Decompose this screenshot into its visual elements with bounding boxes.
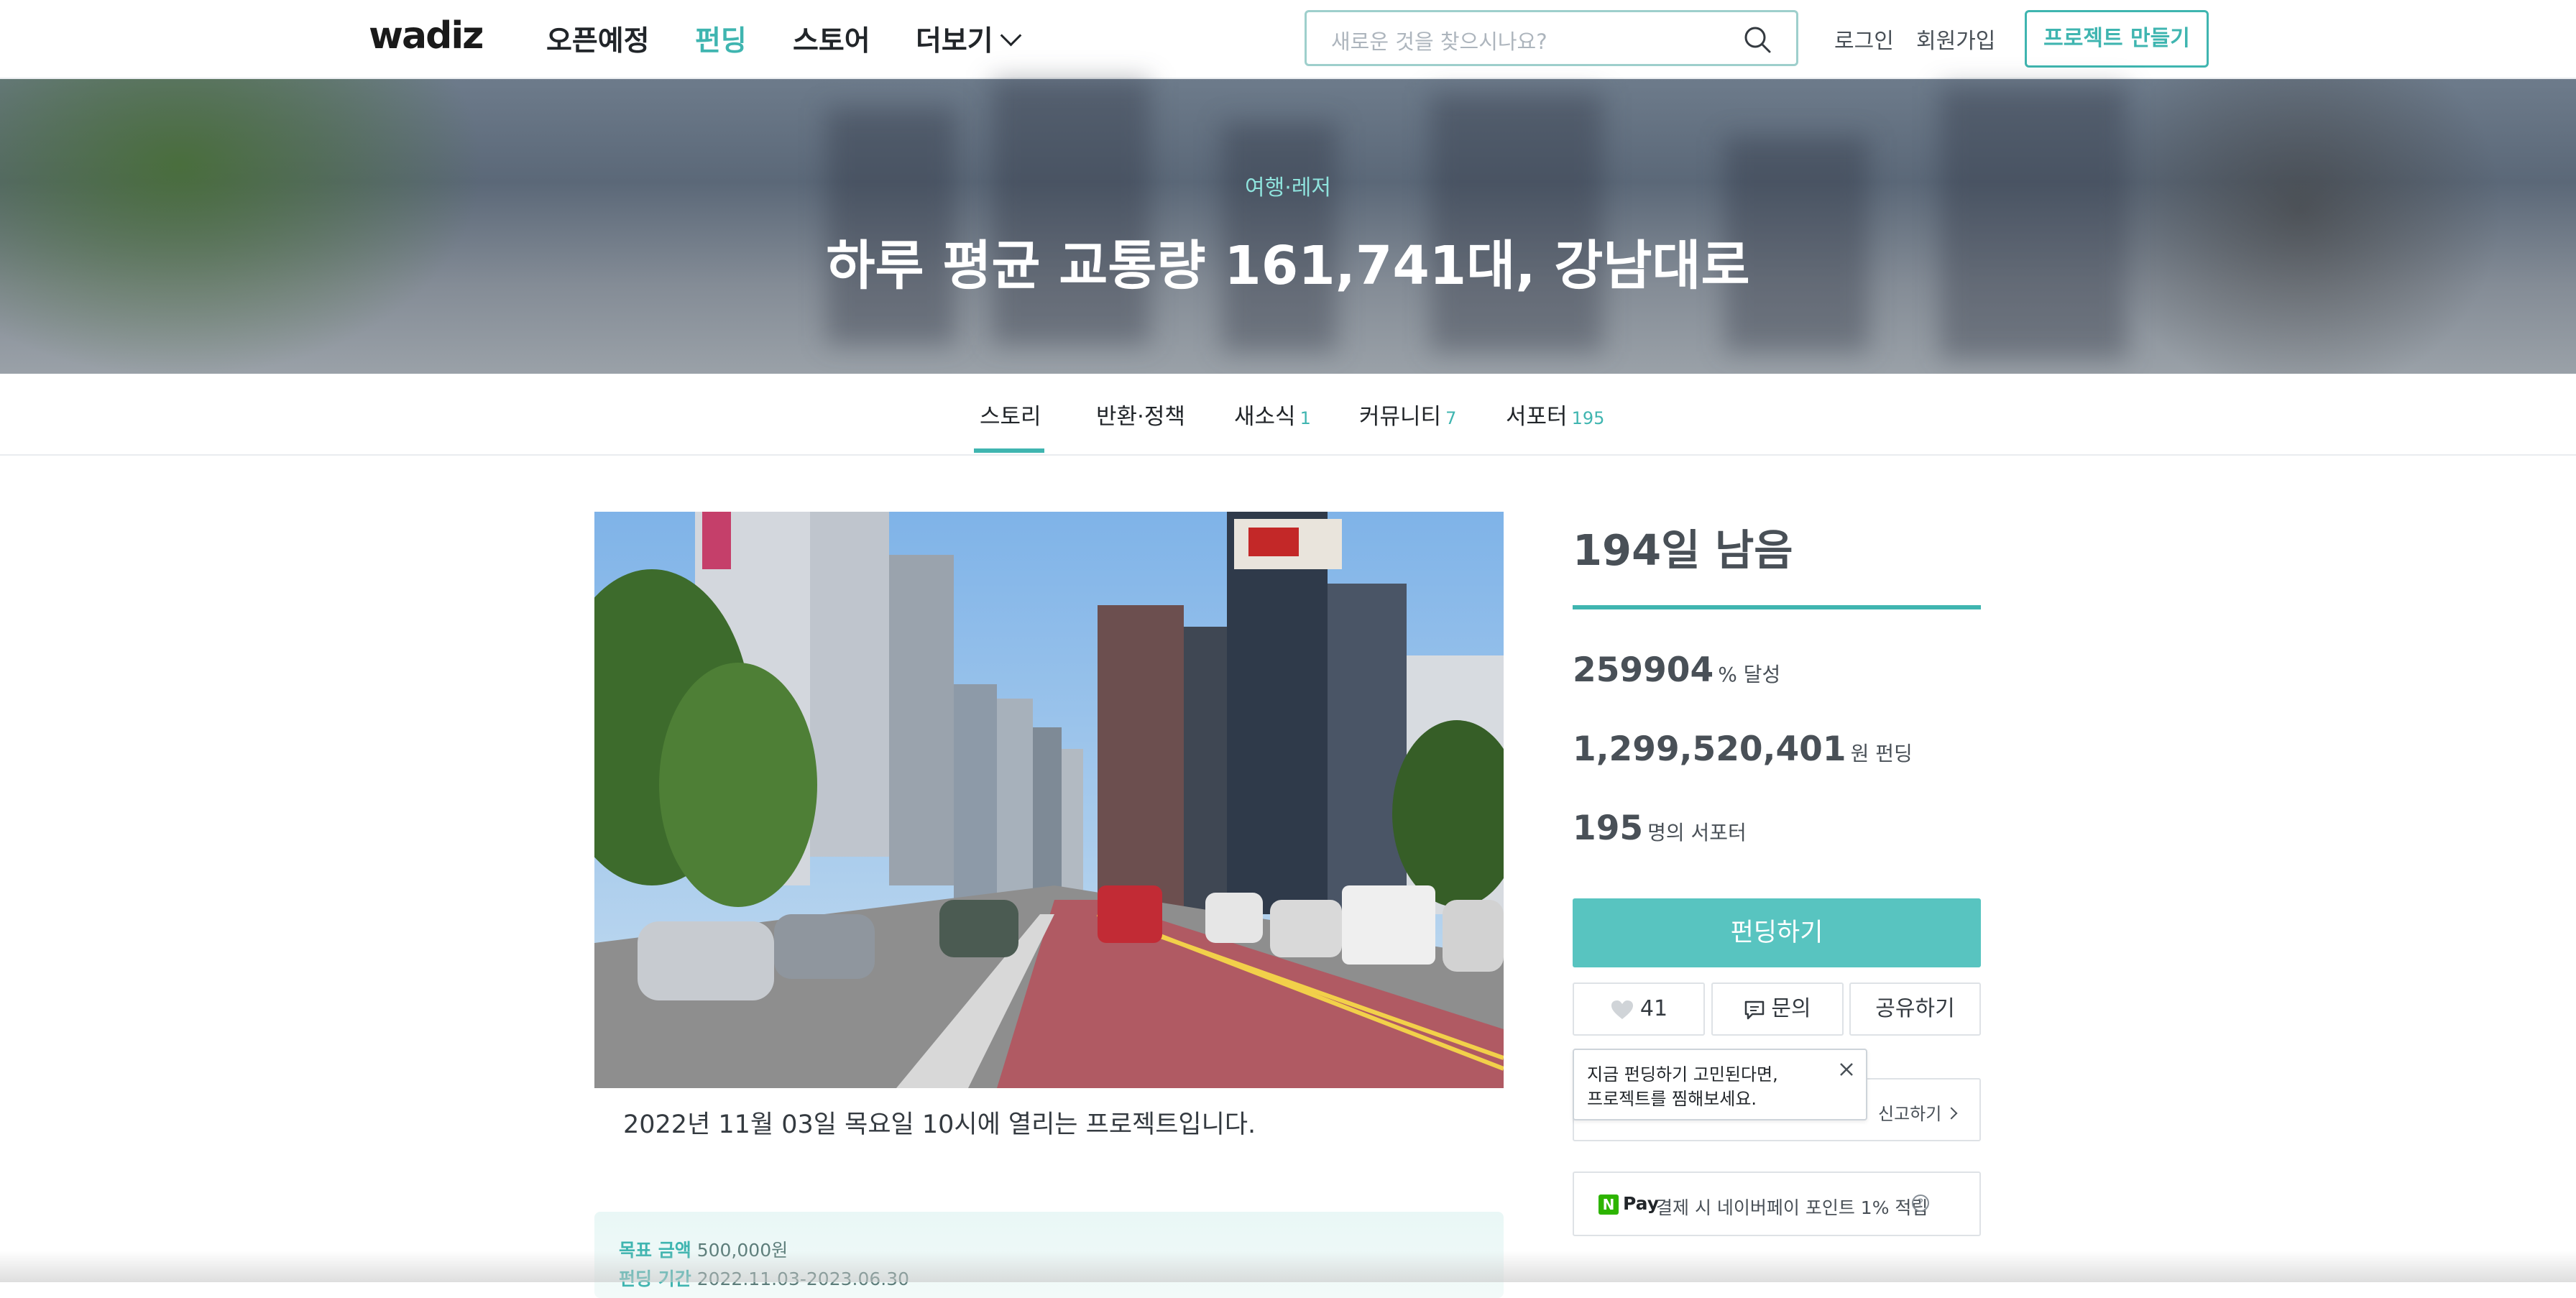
chat-icon [1745, 1000, 1765, 1019]
project-tabs: 스토리 반환·정책 새소식 1 커뮤니티 7 서포터 195 [0, 374, 2576, 456]
tab-news-count: 1 [1300, 408, 1311, 428]
report-label: 신고하기 [1878, 1104, 1942, 1124]
days-remaining: 194일 남음 [1573, 525, 1793, 575]
supporter-count-value: 195 [1573, 809, 1644, 848]
nav-store[interactable]: 스토어 [793, 19, 870, 59]
tab-story[interactable]: 스토리 [980, 398, 1041, 431]
supporter-count-unit: 명의 서포터 [1647, 821, 1747, 844]
tab-story-label: 스토리 [980, 404, 1041, 430]
inquiry-label: 문의 [1771, 996, 1811, 1021]
naverpay-pay-text: Pay [1623, 1193, 1660, 1214]
nav-funding[interactable]: 펀딩 [695, 19, 747, 59]
make-project-button[interactable]: 프로젝트 만들기 [2025, 10, 2209, 68]
project-main-image [594, 512, 1504, 1088]
supporter-count: 195 명의 서포터 [1573, 809, 1747, 848]
tab-supporters-label: 서포터 [1506, 404, 1568, 430]
nav-more-label: 더보기 [916, 25, 993, 57]
inquiry-button[interactable]: 문의 [1711, 982, 1844, 1036]
open-schedule-notice: 2022년 11월 03일 목요일 10시에 열리는 프로젝트입니다. [623, 1110, 1256, 1139]
share-button[interactable]: 공유하기 [1849, 982, 1981, 1036]
tab-supporters[interactable]: 서포터 195 [1506, 398, 1604, 431]
fund-button[interactable]: 펀딩하기 [1573, 898, 1981, 967]
funded-amount-value: 1,299,520,401 [1573, 729, 1846, 769]
active-tab-indicator [974, 448, 1044, 453]
login-link[interactable]: 로그인 [1834, 23, 1894, 55]
street-photo [594, 512, 1504, 1088]
close-icon[interactable] [1837, 1060, 1856, 1079]
like-button[interactable]: 41 [1573, 982, 1705, 1036]
tab-policy-label: 반환·정책 [1096, 404, 1185, 430]
tab-supporters-count: 195 [1571, 408, 1605, 428]
progress-bar [1573, 605, 1981, 609]
search-input[interactable]: 새로운 것을 찾으시나요? [1331, 25, 1547, 55]
search-box[interactable]: 새로운 것을 찾으시나요? [1305, 10, 1798, 66]
search-icon[interactable] [1743, 25, 1772, 54]
achievement-rate: 259904% 달성 [1573, 650, 1780, 690]
tooltip-line-2: 프로젝트를 찜해보세요. [1587, 1089, 1757, 1109]
signup-link[interactable]: 회원가입 [1916, 23, 1995, 55]
wadiz-logo[interactable]: wadiz [369, 14, 484, 57]
tooltip-line-1: 지금 펀딩하기 고민된다면, [1587, 1064, 1778, 1085]
chevron-right-icon [1945, 1107, 1958, 1120]
tab-community[interactable]: 커뮤니티 7 [1359, 398, 1456, 431]
tab-news-label: 새소식 [1234, 404, 1296, 430]
report-link[interactable]: 신고하기 [1878, 1100, 1958, 1125]
hero-category[interactable]: 여행·레저 [0, 170, 2576, 201]
bottom-fade [0, 1251, 2576, 1282]
funded-amount: 1,299,520,401 원 펀딩 [1573, 729, 1913, 769]
achievement-value: 259904 [1573, 650, 1714, 690]
tab-community-label: 커뮤니티 [1359, 404, 1442, 430]
naverpay-logo-icon: N [1598, 1195, 1619, 1215]
project-title: 하루 평균 교통량 161,741대, 강남대로 [826, 235, 1750, 297]
nav-more[interactable]: 더보기 [916, 19, 1021, 59]
naverpay-text: 결제 시 네이버페이 포인트 1% 적립 [1656, 1197, 1928, 1218]
heart-icon [1611, 1000, 1633, 1019]
naverpay-point-banner: N Pay 결제 시 네이버페이 포인트 1% 적립 ? [1573, 1172, 1981, 1236]
achievement-unit: % 달성 [1718, 663, 1781, 686]
nav-upcoming[interactable]: 오픈예정 [546, 19, 650, 59]
funded-amount-unit: 원 펀딩 [1850, 742, 1913, 765]
top-header: wadiz 오픈예정 펀딩 스토어 더보기 새로운 것을 찾으시나요? 로그인 … [0, 0, 2576, 79]
help-icon[interactable]: ? [1912, 1195, 1929, 1212]
hero-banner: 여행·레저 하루 평균 교통량 161,741대, 강남대로 [0, 79, 2576, 374]
wishlist-tooltip: 지금 펀딩하기 고민된다면, 프로젝트를 찜해보세요. [1573, 1049, 1867, 1120]
chevron-down-icon [1000, 24, 1021, 47]
tab-community-count: 7 [1445, 408, 1457, 428]
like-count: 41 [1639, 996, 1668, 1021]
tab-news[interactable]: 새소식 1 [1234, 398, 1311, 431]
tab-policy[interactable]: 반환·정책 [1096, 398, 1185, 431]
